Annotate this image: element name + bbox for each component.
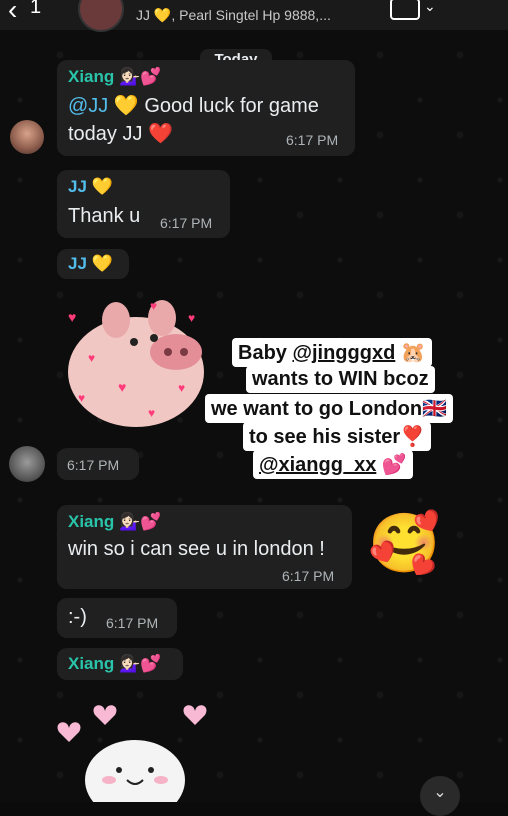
story-reply-card[interactable]: Baby @jingggxd 🐹 wants to WIN bcoz we wa… <box>205 336 505 482</box>
message-timestamp: 6:17 PM <box>160 215 213 231</box>
message-bubble[interactable]: JJ 💛 Thank u 6:17 PM <box>57 170 230 238</box>
unread-count: 1 <box>30 0 42 18</box>
message-bubble[interactable]: :-) 6:17 PM <box>57 598 177 638</box>
svg-text:♥: ♥ <box>78 391 85 405</box>
sender-name[interactable]: Xiang 💁🏻‍♀️💕 <box>68 654 161 674</box>
video-call-icon[interactable] <box>390 0 420 20</box>
message-text: today JJ ❤️ <box>68 123 173 145</box>
message-timestamp: 6:17 PM <box>106 615 159 631</box>
story-text-line: Baby @jingggxd 🐹 <box>232 338 432 367</box>
story-text-line: wants to WIN bcoz <box>246 366 435 393</box>
message-timestamp: 6:17 PM <box>286 132 339 148</box>
svg-text:♥: ♥ <box>68 309 76 325</box>
ghost-sticker[interactable] <box>55 700 215 816</box>
scroll-to-bottom-button[interactable]: ⌄ <box>420 776 460 816</box>
sender-name[interactable]: JJ 💛 <box>68 177 113 197</box>
sender-name[interactable]: JJ 💛 <box>68 254 113 274</box>
story-text-line: to see his sister❣️ <box>243 422 432 451</box>
svg-text:♥: ♥ <box>150 299 157 313</box>
message-timestamp: 6:17 PM <box>282 568 335 584</box>
group-avatar[interactable] <box>78 0 124 32</box>
svg-text:♥: ♥ <box>118 379 126 395</box>
chevron-down-icon[interactable]: ⌄ <box>424 0 436 15</box>
pig-sticker[interactable]: ♥ ♥ ♥ ♥ ♥ ♥ ♥ ♥ <box>58 292 208 432</box>
back-button[interactable]: ‹ <box>8 0 17 26</box>
story-text-line: we want to go London🇬🇧 <box>205 394 453 423</box>
message-text-line: @JJ 💛 Good luck for game <box>68 93 319 118</box>
message-bubble[interactable]: Xiang 💁🏻‍♀️💕 win so i can see u in londo… <box>57 505 352 589</box>
story-mention[interactable]: @xiangg_xx <box>259 454 376 476</box>
message-bubble[interactable]: JJ 💛 <box>57 249 129 279</box>
message-text: 💛 Good luck for game <box>113 95 319 117</box>
group-members-subtitle[interactable]: JJ 💛, Pearl Singtel Hp 9888,... <box>136 7 331 24</box>
message-text: win so i can see u in london ! <box>68 538 325 560</box>
sender-name[interactable]: Xiang 💁🏻‍♀️💕 <box>68 67 161 87</box>
svg-text:♥: ♥ <box>148 406 155 420</box>
mention-link[interactable]: @JJ <box>68 95 108 117</box>
story-mention[interactable]: @jingggxd <box>292 342 395 364</box>
svg-text:♥: ♥ <box>188 311 195 325</box>
emoji-reaction: 🥰 <box>368 511 441 576</box>
sender-name[interactable]: Xiang 💁🏻‍♀️💕 <box>68 512 161 532</box>
avatar[interactable] <box>10 120 44 154</box>
message-text: Thank u <box>68 205 141 227</box>
message-timestamp: 6:17 PM <box>67 457 120 473</box>
svg-text:♥: ♥ <box>178 381 185 395</box>
message-text: :-) <box>68 606 87 628</box>
message-bubble[interactable]: Xiang 💁🏻‍♀️💕 @JJ 💛 Good luck for game to… <box>57 60 355 156</box>
message-bubble[interactable]: Xiang 💁🏻‍♀️💕 <box>57 648 183 680</box>
svg-text:♥: ♥ <box>88 351 95 365</box>
avatar[interactable] <box>9 446 45 482</box>
story-text-line: @xiangg_xx 💕 <box>253 450 413 479</box>
message-bubble[interactable]: 6:17 PM <box>57 448 139 480</box>
chevron-down-icon: ⌄ <box>433 784 447 801</box>
chat-header: ‹ 1 JJ 💛, Pearl Singtel Hp 9888,... ⌄ <box>0 0 508 32</box>
